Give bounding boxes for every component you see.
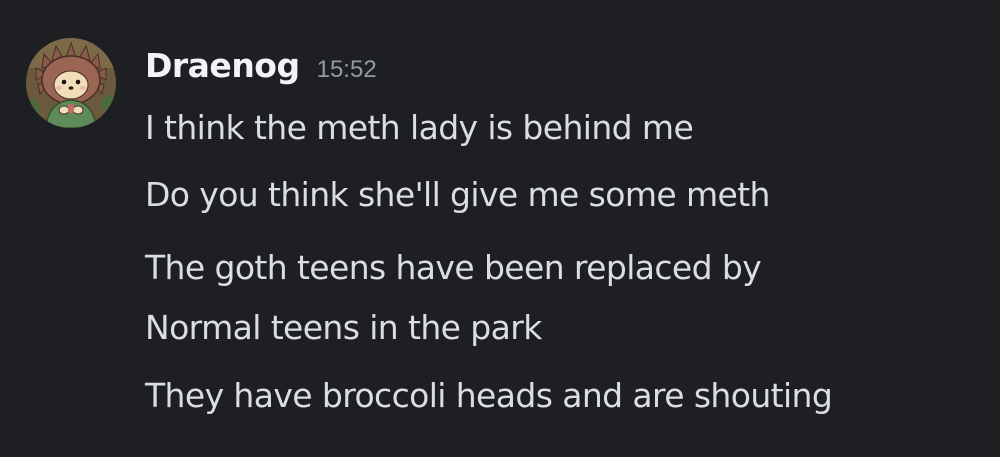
message-timestamp[interactable]: 15:52 <box>317 56 377 84</box>
user-avatar[interactable] <box>26 38 116 128</box>
message-header: Draenog 15:52 <box>145 46 377 94</box>
message-text: Normal teens in the park <box>145 308 542 347</box>
message-group: Draenog 15:52 I think the meth lady is b… <box>0 0 1000 457</box>
message-text: I think the meth lady is behind me <box>145 108 694 147</box>
message-text: Do you think she'll give me some meth <box>145 175 770 214</box>
message-text: The goth teens have been replaced by <box>145 248 762 287</box>
username[interactable]: Draenog <box>145 46 300 85</box>
message-text: They have broccoli heads and are shoutin… <box>145 376 833 415</box>
hedgehog-avatar-icon <box>26 38 116 128</box>
